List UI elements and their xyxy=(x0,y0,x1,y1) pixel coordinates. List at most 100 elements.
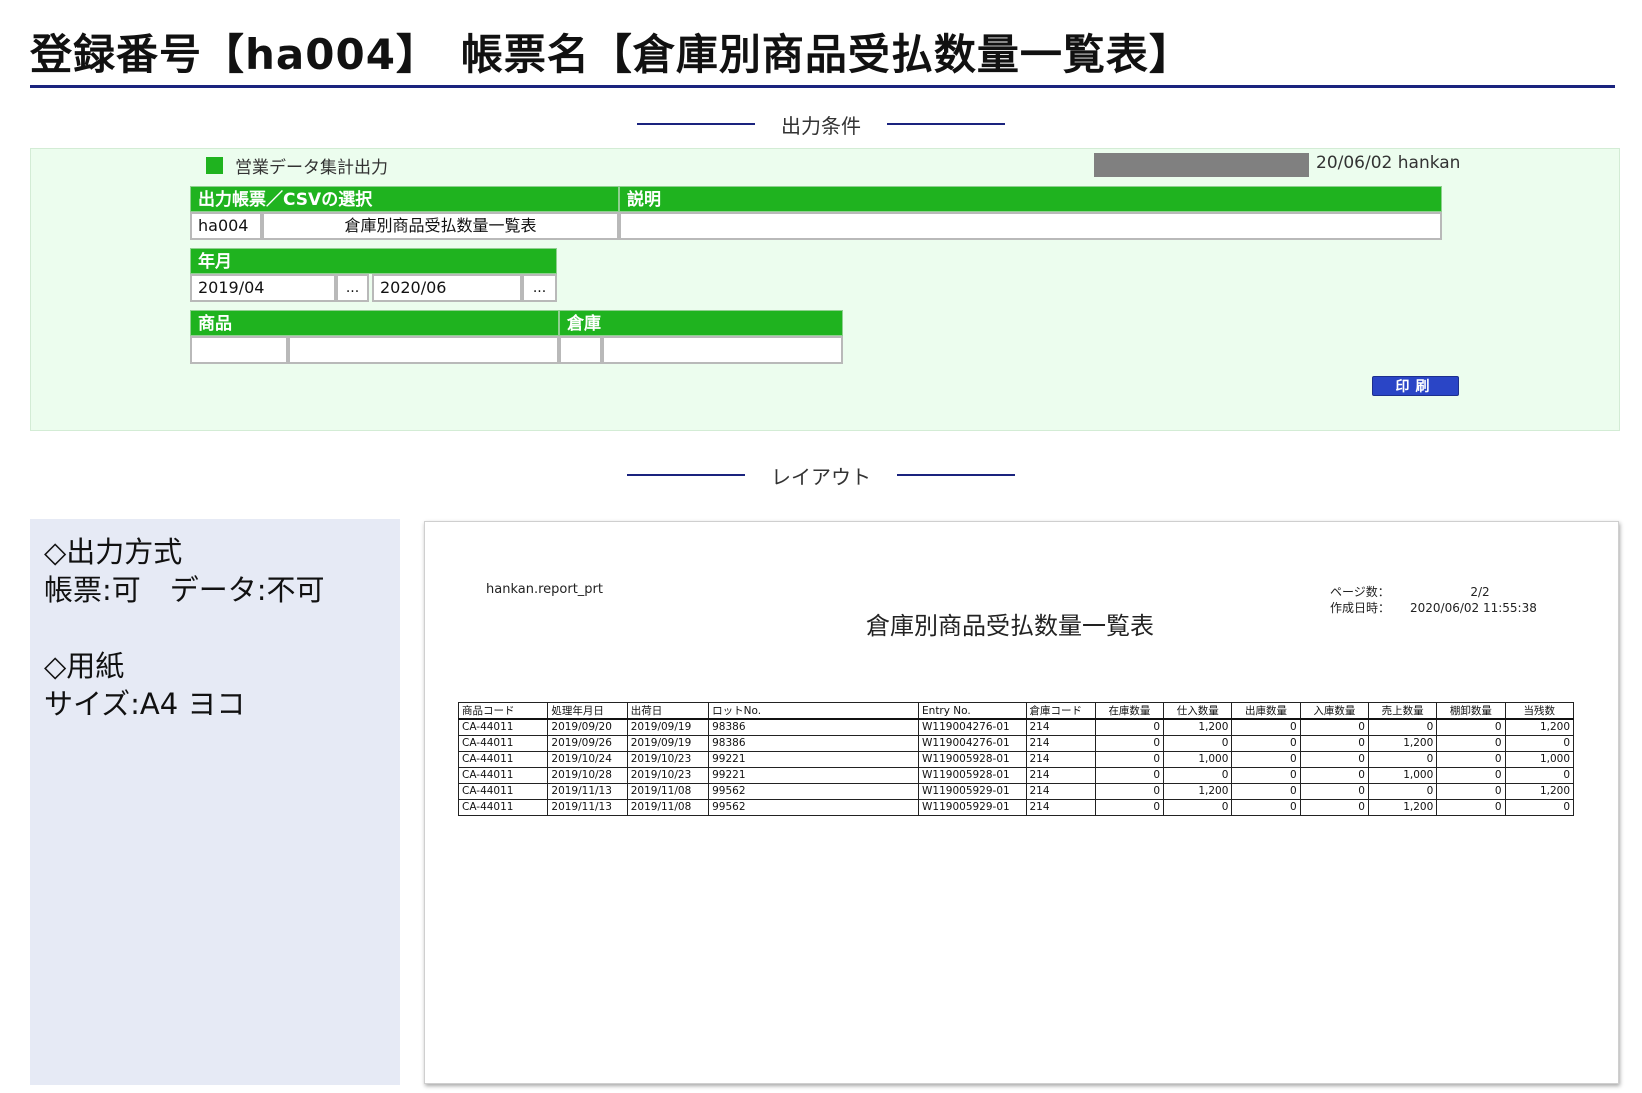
menu-square-icon xyxy=(206,157,223,174)
table-cell: 0 xyxy=(1436,734,1506,752)
table-cell: 0 xyxy=(1094,718,1165,736)
table-cell: W119004276-01 xyxy=(918,718,1027,736)
table-cell: CA-44011 xyxy=(457,798,549,816)
report-table: 商品コード 処理年月日 出荷日 ロットNo. Entry No. 倉庫コード 在… xyxy=(457,702,1575,816)
conditions-panel: 営業データ集計出力 20/06/02 hankan 出力帳票／CSVの選択 説明… xyxy=(30,148,1620,431)
heading-rule-right xyxy=(897,474,1015,476)
table-cell: 0 xyxy=(1436,766,1506,784)
table-cell: 0 xyxy=(1094,766,1165,784)
table-cell: 0 xyxy=(1299,766,1369,784)
column-header: Entry No. xyxy=(918,702,1027,720)
section-heading-label: 出力条件 xyxy=(781,113,861,138)
table-cell: 0 xyxy=(1299,798,1369,816)
table-cell: 214 xyxy=(1025,734,1096,752)
table-body: CA-44011 2019/09/20 2019/09/19 98386 W119004… xyxy=(457,718,1575,816)
product-header: 商品 xyxy=(190,310,559,336)
table-cell: 0 xyxy=(1504,798,1575,816)
table-cell: 2019/09/19 xyxy=(626,718,710,736)
report-preview: hankan.report_prt 倉庫別商品受払数量一覧表 ページ数： 2/2… xyxy=(424,521,1619,1084)
table-cell: 2019/10/23 xyxy=(626,750,710,768)
table-row: CA-44011 2019/09/20 2019/09/19 98386 W119004… xyxy=(457,718,1575,736)
year-month-to-picker-button[interactable]: ... xyxy=(522,274,557,302)
table-cell: 2019/09/19 xyxy=(626,734,710,752)
table-cell: 0 xyxy=(1163,766,1233,784)
table-cell: 1,200 xyxy=(1163,718,1233,736)
table-cell: 0 xyxy=(1299,750,1369,768)
table-cell: 98386 xyxy=(708,718,920,736)
table-cell: 214 xyxy=(1025,750,1096,768)
table-cell: 0 xyxy=(1231,718,1301,736)
date-user-label: 20/06/02 hankan xyxy=(1316,153,1461,173)
warehouse-name-field xyxy=(602,336,843,364)
description-header: 説明 xyxy=(619,186,1442,212)
table-cell: CA-44011 xyxy=(457,718,549,736)
table-cell: 0 xyxy=(1094,782,1165,800)
table-cell: 1,000 xyxy=(1367,766,1438,784)
column-header: 商品コード xyxy=(457,702,549,720)
description-field xyxy=(619,212,1442,240)
table-cell: 0 xyxy=(1231,782,1301,800)
table-cell: 214 xyxy=(1025,798,1096,816)
section-heading-layout: レイアウト xyxy=(0,460,1642,490)
column-header: 在庫数量 xyxy=(1094,702,1165,720)
column-header: ロットNo. xyxy=(708,702,920,720)
output-method-value: 帳票:可 データ:不可 xyxy=(44,573,325,607)
table-cell: 99221 xyxy=(708,766,920,784)
column-header: 出庫数量 xyxy=(1231,702,1301,720)
table-cell: 2019/10/24 xyxy=(547,750,628,768)
column-header: 出荷日 xyxy=(626,702,710,720)
column-header: 当残数 xyxy=(1504,702,1575,720)
table-cell: 0 xyxy=(1094,750,1165,768)
table-cell: W119004276-01 xyxy=(918,734,1027,752)
table-cell: 99562 xyxy=(708,798,920,816)
page-value: 2/2 xyxy=(1470,585,1490,599)
table-cell: 0 xyxy=(1231,734,1301,752)
year-month-from-input[interactable]: 2019/04 xyxy=(190,274,336,302)
created-value: 2020/06/02 11:55:38 xyxy=(1410,601,1537,615)
section-heading-output-conditions: 出力条件 xyxy=(0,109,1642,139)
table-cell: 0 xyxy=(1436,750,1506,768)
column-header: 仕入数量 xyxy=(1163,702,1233,720)
report-select-header: 出力帳票／CSVの選択 xyxy=(190,186,619,212)
table-cell: 0 xyxy=(1094,798,1165,816)
table-cell: 1,200 xyxy=(1504,782,1575,800)
table-cell: 0 xyxy=(1299,782,1369,800)
year-month-from-picker-button[interactable]: ... xyxy=(336,274,369,302)
warehouse-code-input[interactable] xyxy=(559,336,602,364)
table-cell: 1,200 xyxy=(1367,734,1438,752)
created-label: 作成日時： xyxy=(1330,601,1391,615)
product-code-input[interactable] xyxy=(190,336,288,364)
table-cell: 2019/10/23 xyxy=(626,766,710,784)
table-cell: CA-44011 xyxy=(457,734,549,752)
year-month-header: 年月 xyxy=(190,248,557,274)
table-cell: 0 xyxy=(1436,782,1506,800)
table-row: CA-44011 2019/11/13 2019/11/08 99562 W119005… xyxy=(457,798,1575,816)
paper-heading: ◇用紙 xyxy=(44,649,125,683)
year-month-to-input[interactable]: 2020/06 xyxy=(372,274,522,302)
spec-panel: ◇出力方式 帳票:可 データ:不可 ◇用紙 サイズ:A4 ヨコ xyxy=(30,519,400,1085)
table-cell: 98386 xyxy=(708,734,920,752)
table-row: CA-44011 2019/10/24 2019/10/23 99221 W119005… xyxy=(457,750,1575,768)
table-cell: W119005929-01 xyxy=(918,782,1027,800)
report-name-field[interactable]: 倉庫別商品受払数量一覧表 xyxy=(262,212,619,240)
table-cell: CA-44011 xyxy=(457,766,549,784)
table-cell: 1,000 xyxy=(1163,750,1233,768)
report-code-field[interactable]: ha004 xyxy=(190,212,262,240)
table-cell: 0 xyxy=(1504,734,1575,752)
table-cell: 2019/10/28 xyxy=(547,766,628,784)
column-header: 入庫数量 xyxy=(1299,702,1369,720)
heading-rule-right xyxy=(887,123,1005,125)
table-cell: 0 xyxy=(1231,766,1301,784)
page-label: ページ数： xyxy=(1330,585,1390,599)
report-meta: ページ数： 2/2 作成日時： 2020/06/02 11:55:38 xyxy=(1330,584,1550,616)
heading-rule-left xyxy=(637,123,755,125)
table-cell: 2019/11/08 xyxy=(626,798,710,816)
table-cell: 0 xyxy=(1367,718,1438,736)
product-name-field xyxy=(288,336,559,364)
heading-rule-left xyxy=(627,474,745,476)
print-button[interactable]: 印刷 xyxy=(1372,376,1459,396)
column-header: 処理年月日 xyxy=(547,702,628,720)
page-title: 登録番号【ha004】 帳票名【倉庫別商品受払数量一覧表】 xyxy=(30,30,1615,88)
table-cell: 214 xyxy=(1025,782,1096,800)
table-cell: W119005928-01 xyxy=(918,750,1027,768)
